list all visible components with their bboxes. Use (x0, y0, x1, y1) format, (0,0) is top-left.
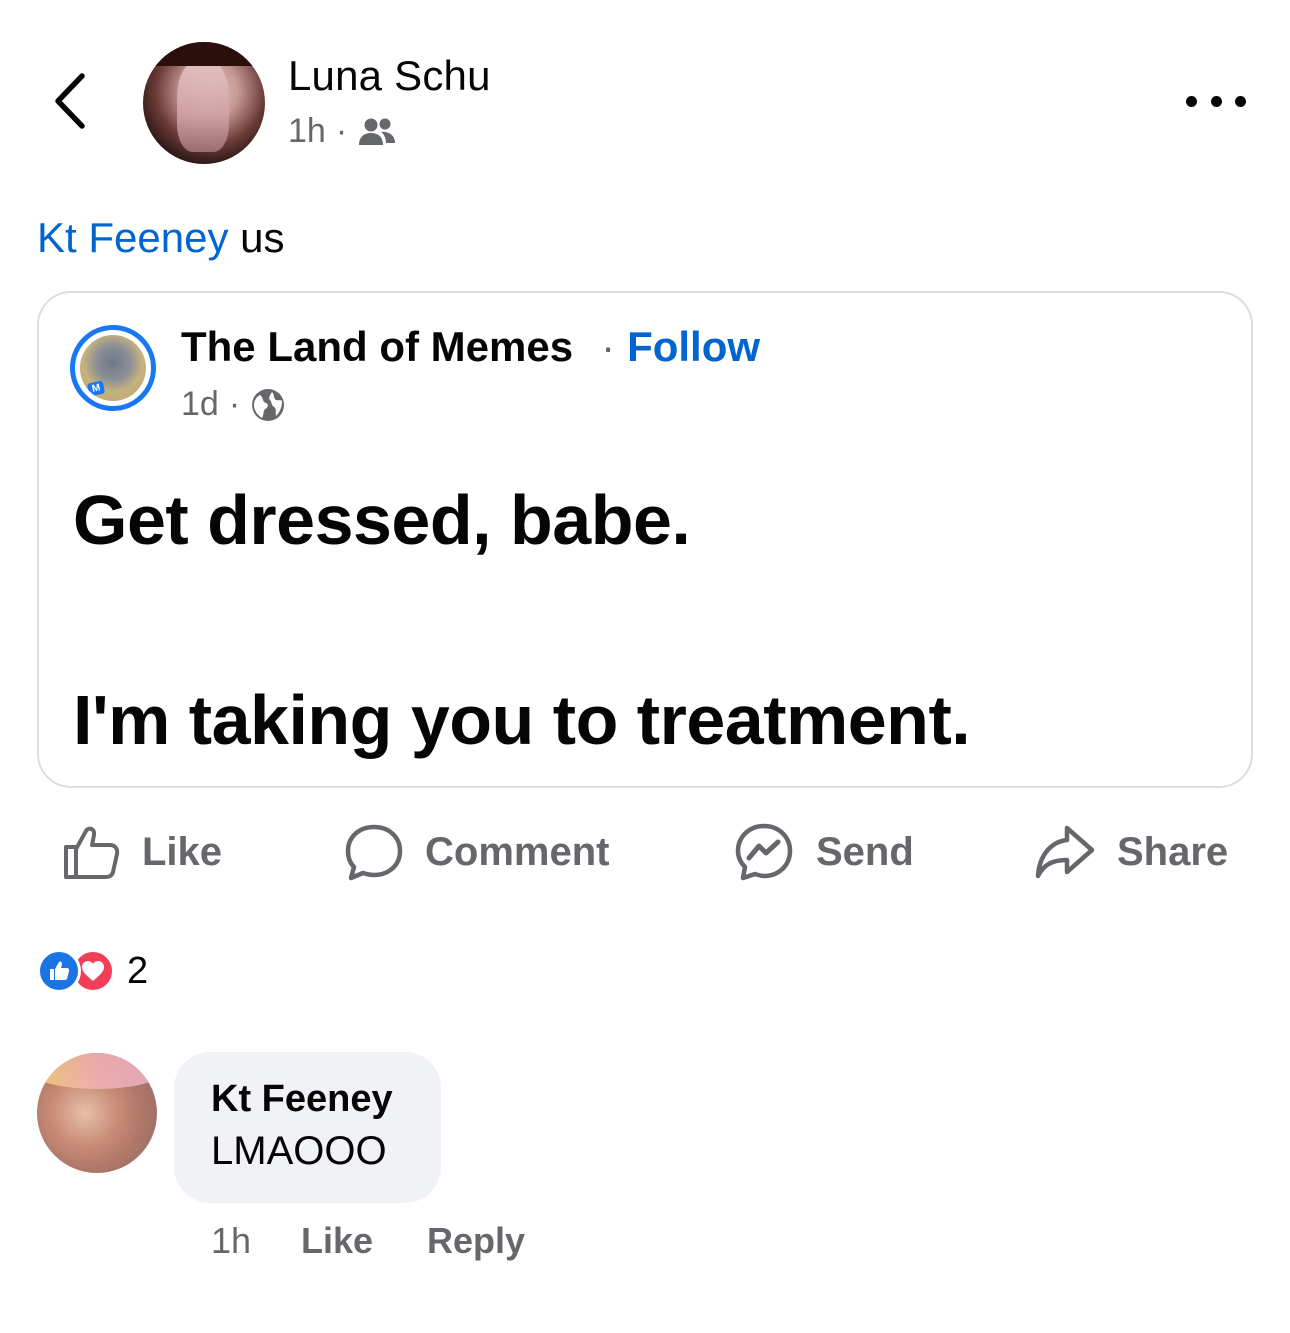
shared-post-meta: 1d · (181, 385, 286, 424)
meta-separator: · (335, 112, 348, 150)
comment-text: LMAOOO (211, 1129, 387, 1173)
page-avatar[interactable]: M (70, 325, 156, 411)
reaction-count: 2 (127, 949, 149, 992)
like-label: Like (142, 829, 223, 874)
share-button[interactable]: Share (1035, 812, 1228, 892)
comment-author[interactable]: Kt Feeney (211, 1078, 441, 1121)
send-button[interactable]: Send (734, 812, 914, 892)
author-avatar[interactable] (143, 42, 265, 164)
comment-label: Comment (425, 829, 610, 874)
like-reaction-icon (37, 949, 81, 993)
thumbs-up-icon (64, 826, 120, 879)
more-options-button[interactable] (1180, 84, 1252, 118)
page-avatar-badge: M (86, 380, 106, 397)
back-button[interactable] (44, 66, 104, 136)
shared-post-time[interactable]: 1d (181, 385, 219, 424)
comment-bubble[interactable]: Kt Feeney LMAOOO (174, 1052, 441, 1203)
shared-post-text: Get dressed, babe. I'm taking you to tre… (73, 481, 971, 759)
caption-mention[interactable]: Kt Feeney (37, 214, 228, 261)
commenter-avatar[interactable] (37, 1053, 157, 1173)
caption-text: us (228, 214, 285, 261)
comment-time: 1h (211, 1220, 252, 1261)
post-time[interactable]: 1h (288, 112, 326, 151)
post-meta: 1h · (288, 112, 397, 151)
friends-icon (359, 118, 396, 145)
page-name[interactable]: The Land of Memes (181, 323, 573, 371)
more-dot-icon (1186, 95, 1197, 107)
reactions-summary[interactable]: 2 (37, 949, 148, 993)
follow-button[interactable]: Follow (627, 323, 760, 371)
comment-like-button[interactable]: Like (301, 1220, 373, 1262)
page-avatar-image: M (80, 335, 146, 401)
comment-button[interactable]: Comment (345, 812, 609, 892)
page-separator: · (601, 323, 616, 370)
chevron-left-icon (55, 73, 85, 129)
like-button[interactable]: Like (62, 812, 222, 892)
send-label: Send (816, 829, 914, 874)
post-caption: Kt Feeney us (37, 214, 284, 262)
comment-bubble-icon (345, 824, 403, 881)
comment-reply-button[interactable]: Reply (427, 1220, 525, 1262)
share-arrow-icon (1035, 825, 1095, 879)
more-dot-icon (1235, 95, 1246, 107)
meta-separator: · (228, 385, 241, 423)
author-name[interactable]: Luna Schu (288, 52, 491, 100)
share-label: Share (1117, 829, 1229, 874)
shared-page-header: The Land of Memes · Follow (181, 323, 760, 371)
globe-icon (252, 388, 285, 421)
messenger-icon (735, 823, 793, 881)
more-dot-icon (1210, 95, 1222, 107)
